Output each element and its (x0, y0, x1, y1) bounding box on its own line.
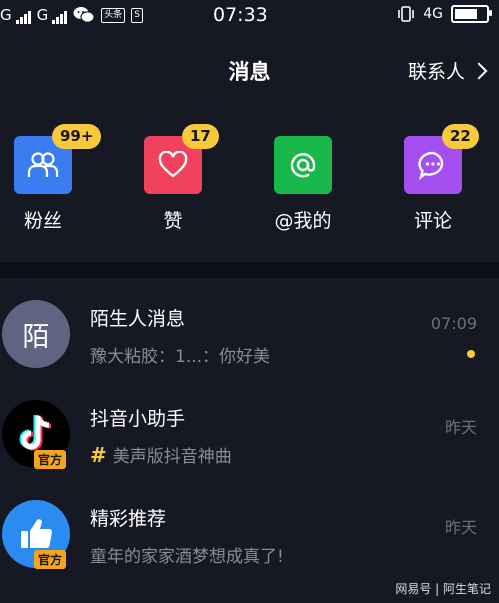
fans-badge: 99+ (52, 124, 102, 149)
signal-bars-icon (52, 10, 68, 24)
message-preview-text: 美声版抖音神曲 (112, 447, 232, 467)
message-title: 陌生人消息 (90, 308, 186, 330)
message-title: 抖音小助手 (90, 408, 186, 430)
list-item-recommend[interactable]: 官方 精彩推荐 童年的家家酒梦想成真了! 昨天 (0, 478, 499, 578)
quick-action-likes[interactable]: 17 赞 (118, 124, 228, 233)
message-title: 精彩推荐 (90, 508, 167, 530)
toutiao-notification-icon: 头条 (101, 7, 126, 23)
vibrate-icon (398, 6, 415, 22)
signal-bars-icon (15, 10, 31, 24)
quick-tile-fans: 99+ (14, 124, 102, 194)
quick-tile-mentions (274, 136, 332, 194)
app-notification-icon: S (131, 7, 143, 23)
section-divider (0, 262, 499, 278)
quick-label-mentions: @我的 (274, 210, 332, 232)
quick-tile-comments: 22 (404, 124, 479, 194)
quick-label-likes: 赞 (163, 210, 183, 232)
wechat-icon (73, 7, 95, 23)
signal-1: G (0, 6, 31, 24)
quick-tile-likes: 17 (144, 124, 219, 194)
message-preview: 童年的家家酒梦想成真了! (90, 542, 284, 567)
list-item-assistant[interactable]: 官方 抖音小助手 # 美声版抖音神曲 昨天 (0, 378, 499, 478)
quick-action-comments[interactable]: 22 评论 (378, 124, 488, 233)
comments-badge: 22 (442, 124, 479, 149)
status-left: G G 头条 S (0, 6, 143, 24)
list-item-stranger[interactable]: 陌 陌生人消息 豫大粘胶：1...：你好美 07:09 (0, 278, 499, 378)
official-badge: 官方 (34, 450, 67, 469)
hashtag-icon: # (90, 442, 107, 467)
thumbs-up-icon (21, 519, 53, 549)
signal-2: G (37, 6, 68, 24)
status-bar: G G 头条 S 07:33 4G (0, 0, 499, 32)
status-right: 4G (397, 5, 492, 23)
quick-action-fans[interactable]: 99+ 粉丝 (0, 124, 102, 233)
header: 消息 联系人 (0, 48, 499, 92)
official-badge: 官方 (34, 550, 67, 569)
network-type: 4G (423, 6, 443, 22)
message-time: 昨天 (444, 518, 477, 537)
heart-icon (158, 151, 188, 178)
likes-badge: 17 (182, 124, 219, 149)
contacts-label: 联系人 (407, 61, 465, 83)
message-preview-text: 豫大粘胶：1...：你好美 (90, 347, 271, 367)
battery-level (455, 9, 477, 19)
at-icon (290, 153, 316, 178)
message-preview: # 美声版抖音神曲 (90, 442, 232, 468)
quick-action-mentions[interactable]: @我的 (248, 128, 358, 233)
comment-icon (418, 151, 444, 180)
avatar: 陌 (2, 300, 70, 368)
message-time: 07:09 (430, 314, 477, 333)
watermark: 网易号 | 阿生笔记 (395, 582, 491, 596)
message-preview: 豫大粘胶：1...：你好美 (90, 342, 270, 367)
quick-label-comments: 评论 (413, 210, 452, 232)
chevron-right-icon (470, 62, 488, 79)
quick-actions: 99+ 粉丝 17 赞 @我的 22 评论 (0, 124, 499, 248)
quick-label-fans: 粉丝 (23, 210, 62, 232)
message-preview-text: 童年的家家酒梦想成真了! (90, 547, 284, 567)
battery-icon (451, 5, 492, 23)
fans-icon (27, 152, 59, 177)
avatar-text: 陌 (22, 321, 50, 353)
contacts-link[interactable]: 联系人 (407, 57, 488, 84)
unread-dot (467, 350, 475, 358)
status-time: 07:33 (213, 4, 268, 26)
message-time: 昨天 (444, 418, 477, 437)
